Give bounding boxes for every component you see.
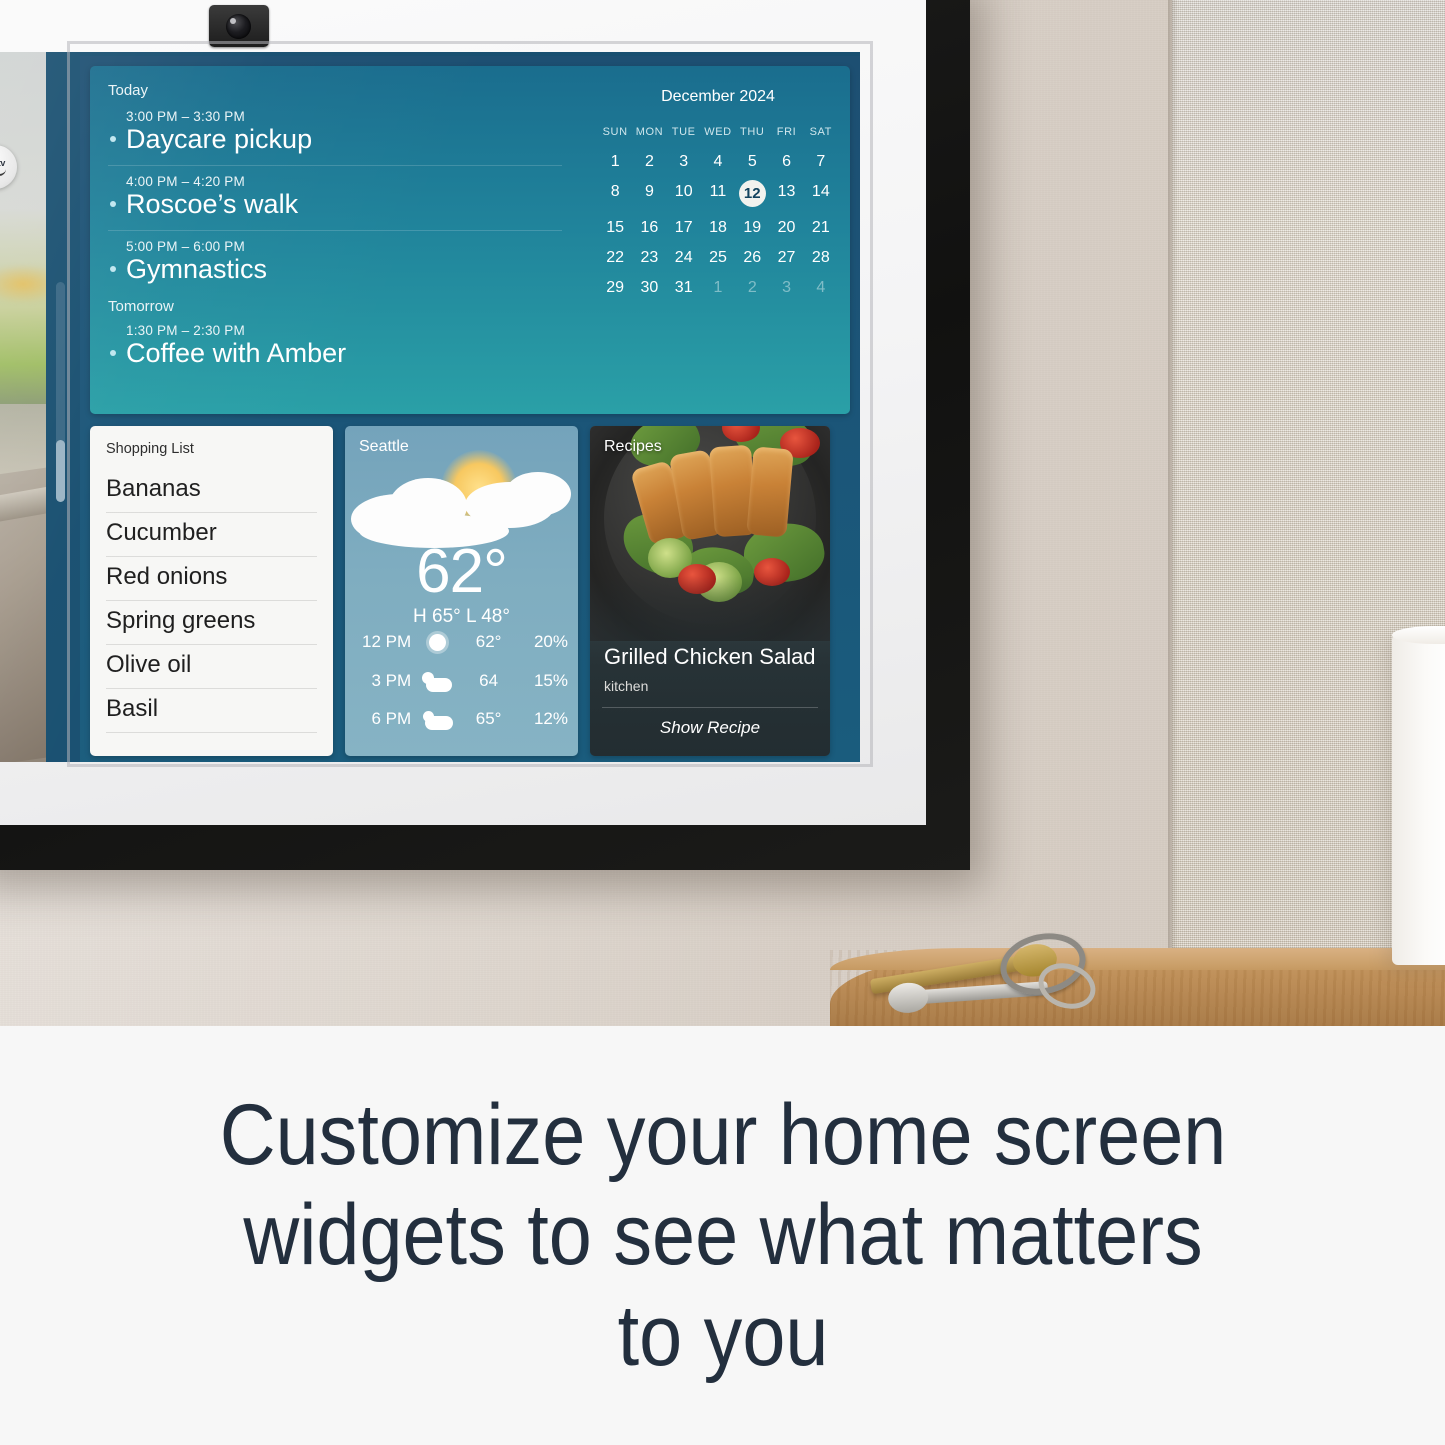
caption-text: Customize your home screen widgets to se… xyxy=(219,1086,1226,1384)
lifestyle-photo: 20, 2024 Florida firetv Today xyxy=(0,0,1445,1026)
sunset-glow xyxy=(0,264,46,304)
linen-panel-shadow xyxy=(1168,0,1178,1026)
marketing-caption: Customize your home screen widgets to se… xyxy=(0,1026,1445,1445)
camera-module xyxy=(209,5,269,47)
camera-lens-icon xyxy=(226,14,251,39)
widget-scrollbar-thumb[interactable] xyxy=(56,440,65,502)
photo-caption: 20, 2024 Florida xyxy=(0,688,44,728)
keys-prop xyxy=(860,925,1190,1018)
amazon-smile-icon xyxy=(0,169,6,176)
candle-prop xyxy=(1392,630,1445,965)
photo-location: Florida xyxy=(0,709,44,728)
firetv-wordmark: firetv xyxy=(0,157,6,168)
photo-date: 20, 2024 xyxy=(0,688,44,709)
product-lifestyle-scene: 20, 2024 Florida firetv Today xyxy=(0,0,1445,1445)
widget-scrollbar[interactable] xyxy=(56,282,65,502)
frame-inner-bevel xyxy=(70,44,870,764)
